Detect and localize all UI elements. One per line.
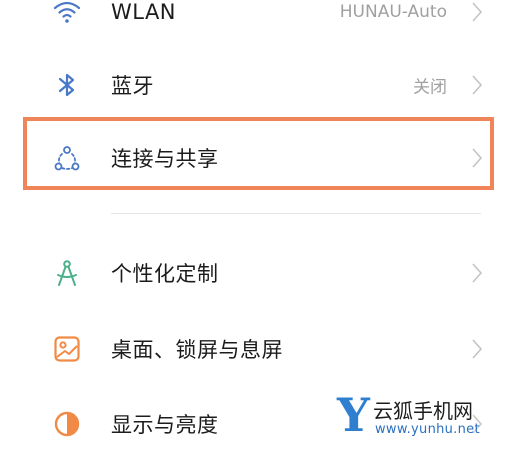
- bluetooth-icon: [50, 68, 84, 102]
- watermark-url: www.yunhu.net: [375, 422, 480, 437]
- wifi-icon: [50, 0, 84, 29]
- section-divider: [111, 213, 481, 214]
- wlan-network-name: HUNAU-Auto: [339, 2, 447, 22]
- settings-item-label: 显示与亮度: [111, 413, 219, 437]
- brightness-icon: [50, 407, 84, 441]
- settings-item-desktop-lockscreen[interactable]: 桌面、锁屏与息屏: [0, 321, 516, 377]
- chevron-right-icon: [472, 263, 483, 283]
- chevron-right-icon: [472, 339, 483, 359]
- compass-icon: [50, 256, 84, 290]
- highlight-box: [23, 117, 494, 190]
- settings-page: WLAN HUNAU-Auto 蓝牙 关闭 连接与共享 个性化定制 桌面、锁屏与…: [0, 0, 516, 456]
- settings-item-label: 桌面、锁屏与息屏: [111, 338, 283, 362]
- settings-item-label: 蓝牙: [111, 74, 154, 98]
- watermark-brand: 云狐手机网: [373, 399, 473, 423]
- watermark: Y 云狐手机网 www.yunhu.net: [333, 390, 513, 450]
- watermark-logo: Y: [337, 388, 370, 442]
- settings-item-label: 个性化定制: [111, 262, 219, 286]
- settings-item-wlan[interactable]: WLAN HUNAU-Auto: [0, 0, 516, 40]
- chevron-right-icon: [472, 2, 483, 22]
- settings-item-personalization[interactable]: 个性化定制: [0, 245, 516, 301]
- wallpaper-icon: [50, 332, 84, 366]
- settings-item-label: WLAN: [111, 0, 177, 24]
- bluetooth-status: 关闭: [413, 77, 447, 98]
- chevron-right-icon: [472, 75, 483, 95]
- settings-item-bluetooth[interactable]: 蓝牙 关闭: [0, 57, 516, 113]
